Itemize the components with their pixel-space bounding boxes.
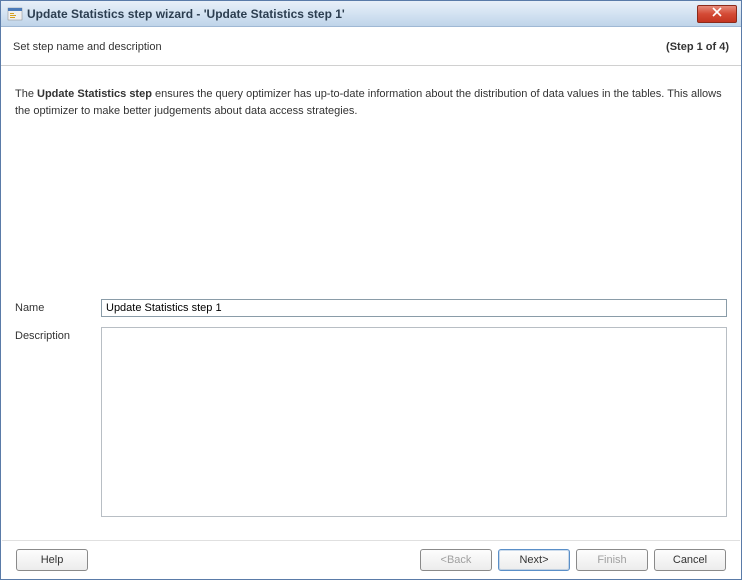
intro-bold: Update Statistics step: [37, 88, 152, 100]
intro-text: The Update Statistics step ensures the q…: [15, 86, 727, 119]
name-row: Name: [15, 299, 727, 317]
wizard-subtitle: Set step name and description: [13, 41, 162, 53]
window-title: Update Statistics step wizard - 'Update …: [27, 7, 697, 21]
description-label: Description: [15, 327, 101, 517]
step-indicator: (Step 1 of 4): [666, 41, 729, 53]
close-icon: [712, 7, 722, 20]
close-button[interactable]: [697, 5, 737, 23]
description-row: Description: [15, 327, 727, 517]
wizard-header: Set step name and description (Step 1 of…: [1, 27, 741, 66]
help-button[interactable]: Help: [16, 549, 88, 571]
back-button: <Back: [420, 549, 492, 571]
name-input[interactable]: [101, 299, 727, 317]
app-icon: [7, 6, 23, 22]
finish-button: Finish: [576, 549, 648, 571]
window-body: Set step name and description (Step 1 of…: [1, 27, 741, 579]
titlebar: Update Statistics step wizard - 'Update …: [1, 1, 741, 27]
description-textarea[interactable]: [101, 327, 727, 517]
name-label: Name: [15, 299, 101, 317]
intro-prefix: The: [15, 88, 37, 100]
wizard-content: The Update Statistics step ensures the q…: [1, 66, 741, 537]
next-button[interactable]: Next>: [498, 549, 570, 571]
cancel-button[interactable]: Cancel: [654, 549, 726, 571]
wizard-footer: Help <Back Next> Finish Cancel: [2, 540, 740, 579]
